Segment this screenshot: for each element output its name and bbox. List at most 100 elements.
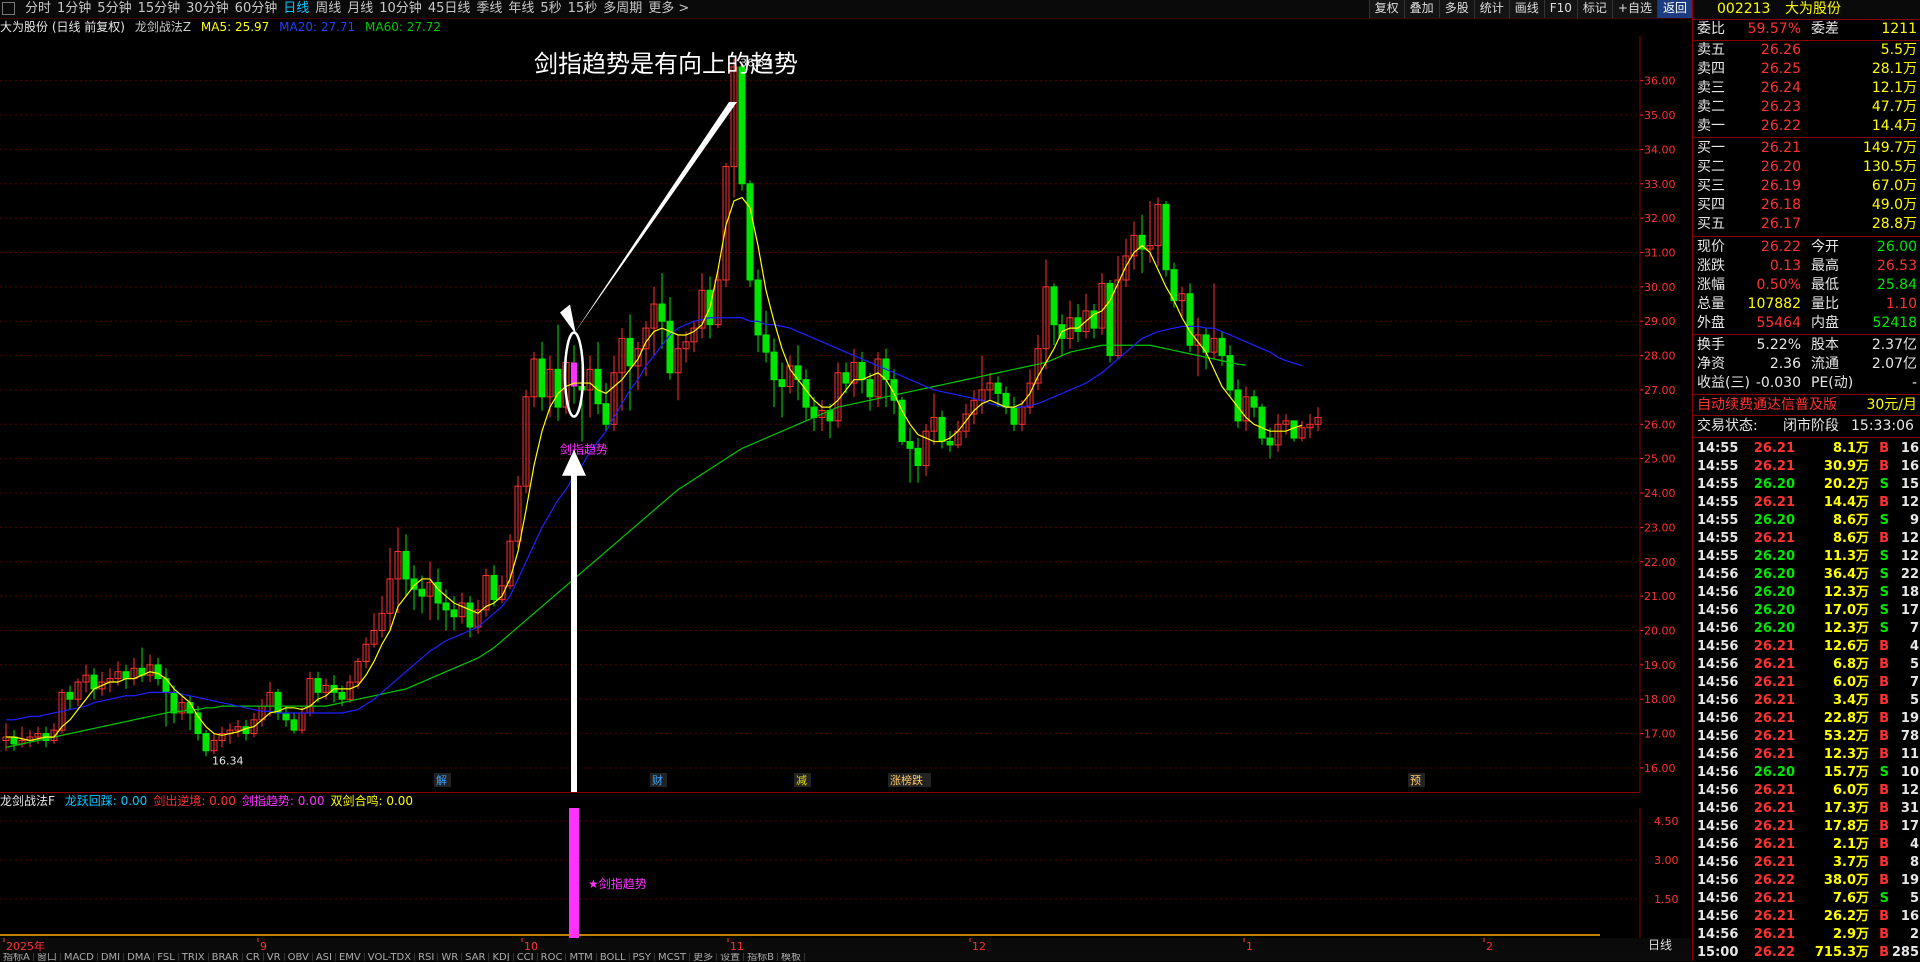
indicator-tab[interactable]: ASI	[313, 953, 336, 961]
indicator-tab[interactable]: 窗口	[34, 953, 61, 961]
period-tab[interactable]: 5分钟	[94, 0, 134, 18]
indicator-tab[interactable]: BOLL	[597, 953, 630, 961]
indicator-tab[interactable]: 指标A	[0, 953, 34, 961]
tick-row: 14:56 26.20 12.3万 S 7	[1693, 620, 1920, 638]
tool-button[interactable]: 画线	[1508, 0, 1544, 18]
indicator-tab[interactable]: FSL	[154, 953, 179, 961]
period-tab[interactable]: 15分钟	[135, 0, 184, 18]
period-tab[interactable]: 1分钟	[54, 0, 94, 18]
stat-label: 今开	[1811, 239, 1839, 255]
tick-price: 26.21	[1753, 819, 1795, 834]
ask-label: 卖五	[1697, 42, 1725, 58]
tick-count: 17	[1900, 603, 1919, 618]
tick-time: 14:56	[1697, 585, 1739, 600]
indicator-tab[interactable]: WR	[438, 953, 463, 961]
period-tab[interactable]: 季线	[473, 0, 505, 18]
tool-button[interactable]: F10	[1543, 0, 1577, 18]
candlestick-chart[interactable]: 36.00 35.00 34.00 33.00 32.00 31.00 30.00 29.00…	[0, 36, 1692, 792]
indicator-tab[interactable]: MACD	[61, 953, 98, 961]
indicator-tab[interactable]: ROC	[538, 953, 567, 961]
candle-body	[1010, 406, 1018, 425]
tick-volume: 2.9万	[1832, 927, 1869, 942]
ask-label: 卖二	[1697, 99, 1725, 115]
tick-row: 14:56 26.21 3.7万 B 8	[1693, 854, 1920, 872]
indicator-tab[interactable]: 更多	[690, 953, 718, 961]
period-tab[interactable]: 周线	[312, 0, 344, 18]
fundamental-row: 净资 2.36 流通 2.07亿	[1693, 355, 1920, 374]
period-tab[interactable]: 更多 >	[645, 0, 692, 18]
tick-price: 26.22	[1753, 945, 1795, 960]
indicator-tab[interactable]: VR	[264, 953, 285, 961]
tick-count: 9	[1909, 513, 1919, 528]
tool-button[interactable]: 叠加	[1403, 0, 1439, 18]
period-tab[interactable]: 5秒	[537, 0, 564, 18]
tool-button[interactable]: +自选	[1611, 0, 1657, 18]
indicator-tab[interactable]: CR	[243, 953, 264, 961]
tool-button[interactable]: 标记	[1576, 0, 1612, 18]
tick-count: 12	[1900, 549, 1919, 564]
sub-indicator-name[interactable]: 龙剑战法F	[0, 794, 55, 808]
candle-body	[402, 550, 410, 580]
indicator-tab[interactable]: DMI	[98, 953, 125, 961]
fund-value: 5.22%	[1756, 337, 1801, 353]
candle-body	[626, 337, 634, 367]
indicator-tab[interactable]: PSY	[630, 953, 656, 961]
period-tab[interactable]: 60分钟	[232, 0, 281, 18]
tool-button[interactable]: 多股	[1438, 0, 1474, 18]
tool-button[interactable]: 返回	[1656, 0, 1692, 18]
period-tab[interactable]: 30分钟	[183, 0, 232, 18]
menu-icon[interactable]	[2, 2, 15, 15]
period-tab[interactable]: 分时	[22, 0, 54, 18]
period-tab[interactable]: 多周期	[600, 0, 645, 18]
tick-volume: 6.0万	[1832, 675, 1869, 690]
tool-button[interactable]: 统计	[1473, 0, 1509, 18]
indicator-tab[interactable]: MCST	[655, 953, 691, 961]
weibi-row: 委比 59.57% 委差 1211	[1693, 20, 1920, 39]
indicator-tab[interactable]: OBV	[285, 953, 313, 961]
trade-status-value: 闭市阶段	[1783, 418, 1839, 434]
indicator-tab[interactable]: TRIX	[179, 953, 209, 961]
indicator-tab[interactable]: VOL-TDX	[365, 953, 416, 961]
period-tab[interactable]: 10分钟	[376, 0, 425, 18]
sub-indicator-chart[interactable]: 4.50 3.00 1.50 ★剑指趋势	[0, 808, 1692, 938]
period-label[interactable]: 日线	[1648, 938, 1672, 953]
tick-count: 31	[1900, 801, 1919, 816]
period-tab[interactable]: 日线	[280, 0, 312, 18]
tick-price: 26.21	[1753, 531, 1795, 546]
period-tab[interactable]: 年线	[505, 0, 537, 18]
indicator-tab[interactable]: DMA	[124, 953, 155, 961]
indicator-tab[interactable]: KDJ	[489, 953, 514, 961]
ad-row[interactable]: 自动续费通达信普及版 30元/月	[1693, 396, 1920, 415]
indicator-tab[interactable]: BRAR	[209, 953, 243, 961]
tick-row: 14:56 26.21 2.1万 B 4	[1693, 836, 1920, 854]
tick-volume: 8.6万	[1832, 531, 1869, 546]
indicator-tab[interactable]: 设置	[717, 953, 745, 961]
indicator-tab[interactable]: 模板	[778, 953, 805, 961]
tick-count: 4	[1909, 837, 1919, 852]
ma5-line	[6, 196, 1303, 742]
tick-price: 26.21	[1753, 801, 1795, 816]
fund-label: 换手	[1697, 337, 1725, 353]
separator	[1693, 394, 1920, 395]
candle-body	[1050, 286, 1058, 326]
bid-volume: 149.7万	[1862, 140, 1917, 156]
indicator-tab[interactable]: CCI	[514, 953, 538, 961]
candle-body	[154, 664, 162, 680]
tick-side: S	[1879, 585, 1889, 600]
tick-side: S	[1879, 765, 1889, 780]
tool-button[interactable]: 复权	[1368, 0, 1404, 18]
period-tab[interactable]: 月线	[344, 0, 376, 18]
indicator-tab[interactable]: SAR	[462, 953, 490, 961]
indicator-tab[interactable]: RSI	[415, 953, 439, 961]
bid-row: 买四 26.18 49.0万	[1693, 196, 1920, 215]
indicator-tab[interactable]: MTM	[566, 953, 597, 961]
tick-volume: 2.1万	[1832, 837, 1869, 852]
indicator-name[interactable]: 龙剑战法Z	[135, 20, 191, 34]
tick-row: 14:56 26.20 12.3万 S 18	[1693, 584, 1920, 602]
tick-price: 26.20	[1753, 477, 1795, 492]
indicator-tab[interactable]: 指标B	[744, 953, 778, 961]
indicator-tab[interactable]: EMV	[336, 953, 365, 961]
period-tab[interactable]: 45日线	[425, 0, 474, 18]
period-tab[interactable]: 15秒	[565, 0, 601, 18]
candle-body	[314, 678, 322, 693]
